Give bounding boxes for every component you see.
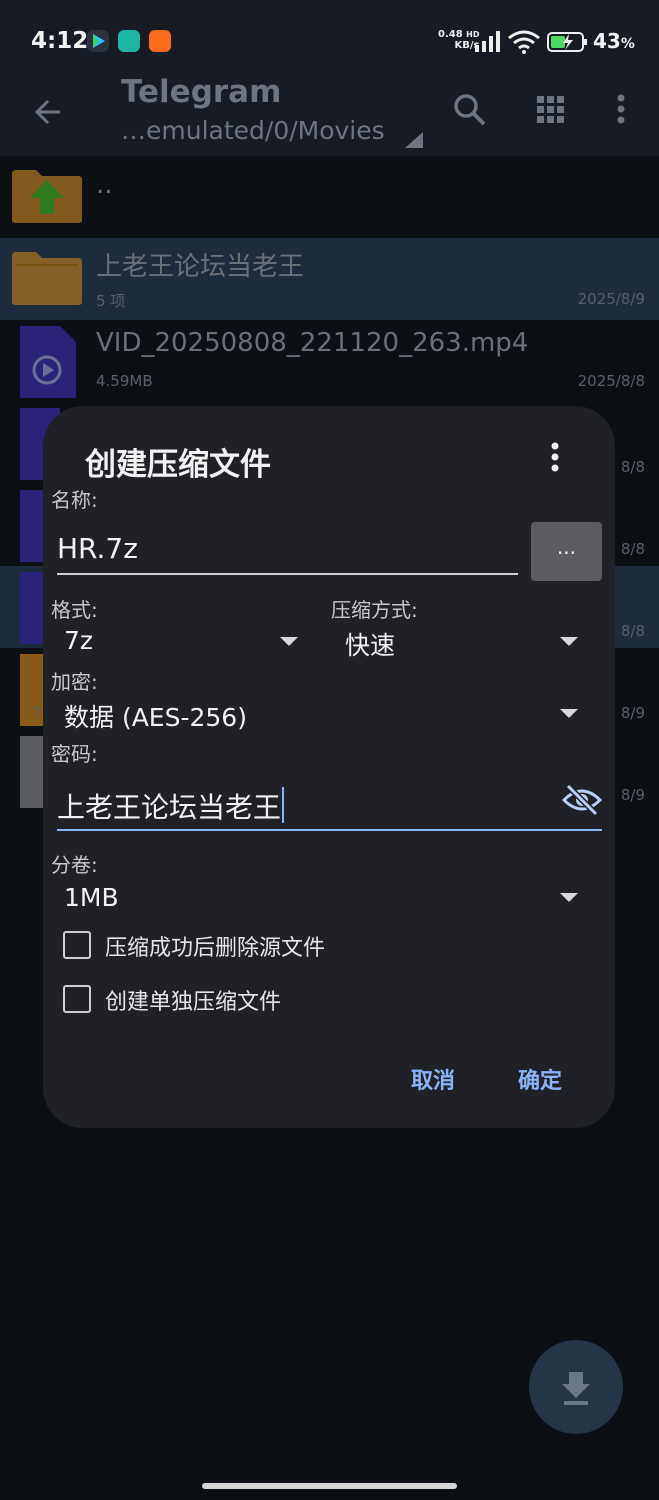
battery-percent: 43%: [593, 29, 635, 53]
file-date: 8/8: [620, 458, 645, 476]
method-select[interactable]: 快速: [345, 626, 395, 662]
file-date: 8/9: [620, 704, 645, 722]
home-indicator[interactable]: [202, 1483, 457, 1489]
file-meta: 4.59MB: [96, 372, 153, 390]
list-item[interactable]: 上老王论坛当老王 5 项 2025/8/9: [0, 238, 659, 320]
delete-source-checkbox[interactable]: [63, 931, 91, 959]
path-dropdown-icon[interactable]: [405, 132, 423, 148]
list-item-parent[interactable]: ..: [0, 156, 659, 238]
grid-view-icon[interactable]: [535, 94, 567, 126]
delete-source-label[interactable]: 压缩成功后删除源文件: [105, 930, 325, 962]
password-input-underline: [57, 829, 602, 831]
cancel-button[interactable]: 取消: [411, 1063, 455, 1095]
format-label: 格式:: [51, 598, 98, 622]
file-date: 8/8: [620, 622, 645, 640]
split-label: 分卷:: [51, 853, 98, 877]
encrypt-select[interactable]: 数据 (AES-256): [64, 698, 247, 734]
video-file-icon: [20, 326, 76, 398]
play-store-icon: [87, 30, 109, 52]
name-input-underline: [57, 573, 518, 575]
password-label: 密码:: [51, 742, 98, 766]
app-bar-title: Telegram: [121, 74, 282, 110]
file-date: 8/9: [620, 786, 645, 804]
method-dropdown-icon[interactable]: [560, 637, 578, 646]
file-date: 2025/8/8: [577, 372, 645, 390]
clock: 4:12: [31, 28, 89, 54]
text-cursor: [282, 787, 285, 823]
search-icon[interactable]: [452, 92, 488, 128]
format-dropdown-icon[interactable]: [280, 637, 298, 646]
file-size-fragment: 7: [32, 704, 42, 722]
current-path[interactable]: …emulated/0/Movies: [121, 116, 385, 145]
parent-dir-label: ..: [96, 170, 113, 200]
dialog-title: 创建压缩文件: [85, 447, 271, 483]
battery-percent-value: 43: [593, 29, 621, 53]
app-notification-icon: [118, 30, 140, 52]
file-meta: 5 项: [96, 292, 126, 310]
app-bar: Telegram …emulated/0/Movies: [0, 74, 659, 156]
password-input[interactable]: 上老王论坛当老王: [57, 786, 285, 826]
split-dropdown-icon[interactable]: [560, 893, 578, 902]
battery-icon: [547, 32, 587, 52]
format-select[interactable]: 7z: [64, 626, 93, 655]
visibility-off-icon[interactable]: [562, 784, 602, 816]
method-label: 压缩方式:: [331, 598, 418, 622]
more-vert-icon[interactable]: [549, 442, 561, 472]
file-name: 上老王论坛当老王: [96, 252, 305, 282]
create-archive-dialog: 创建压缩文件 名称: HR.7z ... 格式: 7z 压缩方式: 快速 加密:…: [43, 406, 615, 1128]
separate-archive-checkbox[interactable]: [63, 985, 91, 1013]
file-name: VID_20250808_221120_263.mp4: [96, 328, 529, 358]
signal-icon: [475, 31, 500, 52]
ok-button[interactable]: 确定: [518, 1063, 562, 1095]
more-vert-icon[interactable]: [614, 94, 628, 126]
password-text: 上老王论坛当老王: [57, 791, 282, 824]
folder-up-icon: [12, 170, 82, 223]
encrypt-dropdown-icon[interactable]: [560, 709, 578, 718]
separate-archive-label[interactable]: 创建单独压缩文件: [105, 984, 281, 1016]
file-date: 2025/8/9: [577, 290, 645, 308]
status-bar: 4:12 0.48 HD KB/s 43%: [0, 0, 659, 82]
wifi-icon: [508, 30, 540, 54]
name-label: 名称:: [51, 488, 98, 512]
file-date: 8/8: [620, 540, 645, 558]
download-fab[interactable]: [529, 1340, 623, 1434]
split-select[interactable]: 1MB: [64, 883, 119, 912]
browse-button[interactable]: ...: [531, 522, 602, 581]
shopping-app-icon: [149, 30, 171, 52]
encrypt-label: 加密:: [51, 670, 98, 694]
name-input[interactable]: HR.7z: [57, 532, 138, 565]
back-arrow-icon[interactable]: [30, 94, 66, 130]
folder-icon: [12, 252, 82, 305]
network-speed-value: 0.48: [438, 29, 463, 40]
battery-percent-sign: %: [620, 36, 635, 52]
list-item[interactable]: VID_20250808_221120_263.mp4 4.59MB 2025/…: [0, 320, 659, 402]
download-icon: [562, 1372, 590, 1405]
